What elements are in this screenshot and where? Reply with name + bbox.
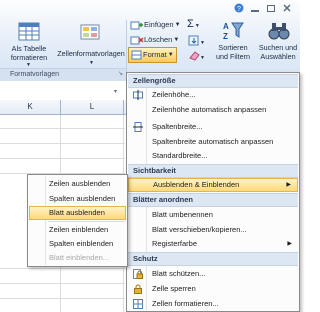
menu-item-protect-sheet[interactable]: Blatt schützen...	[128, 267, 298, 281]
table-icon	[18, 22, 40, 41]
format-as-table-label: Als Tabelle	[11, 44, 47, 53]
cell-styles-label: Zellenformatvorlagen	[57, 49, 125, 58]
clear-icon[interactable]: ▼	[188, 50, 206, 61]
format-as-table-button[interactable]: Als Tabelle formatieren ▼	[4, 22, 54, 68]
insert-cells-icon	[130, 21, 143, 30]
grid-line	[0, 268, 125, 269]
dialog-launcher-icon[interactable]: ↘	[118, 70, 123, 77]
ribbon: ? Als Tabelle formatieren ▼ Zellenformat…	[0, 0, 300, 81]
grid-line	[0, 128, 125, 129]
svg-text:▼: ▼	[200, 55, 205, 61]
menu-item-default-width[interactable]: Standardbreite...	[128, 149, 298, 163]
group-label-styles: Formatvorlagen	[0, 68, 126, 81]
chevron-down-icon: ▼	[167, 52, 174, 58]
sort-filter-icon: A Z	[223, 22, 244, 41]
grid-line	[0, 143, 125, 144]
column-header-k[interactable]: K	[0, 100, 61, 114]
svg-text:A: A	[223, 22, 229, 31]
menu-item-hide-show[interactable]: Ausblenden & Einblenden ▶	[128, 178, 298, 192]
menu-item-lock-cell[interactable]: Zelle sperren	[128, 282, 298, 296]
menu-separator	[48, 221, 125, 222]
grid-line	[0, 283, 125, 284]
submenu-item-hide-rows[interactable]: Zeilen ausblenden	[29, 177, 126, 191]
menu-item-format-cells[interactable]: Zellen formatieren...	[128, 297, 298, 311]
menu-item-row-autofit[interactable]: Zeilenhöhe automatisch anpassen	[128, 103, 298, 117]
hide-show-submenu: Zeilen ausblenden Spalten ausblenden Bla…	[27, 174, 128, 267]
svg-text:?: ?	[237, 6, 241, 13]
ribbon-separator	[126, 20, 127, 78]
menu-item-rename-sheet[interactable]: Blatt umbenennen	[128, 208, 298, 222]
svg-text:▼: ▼	[200, 40, 205, 46]
lock-icon	[134, 284, 142, 294]
sort-filter-label-1: Sortieren	[218, 43, 248, 52]
sort-filter-label-2: und Filtern	[216, 52, 250, 61]
protect-sheet-icon	[133, 269, 143, 279]
delete-cells-icon	[130, 36, 144, 45]
format-cells-icon	[133, 299, 143, 309]
insert-label: Einfügen	[144, 20, 174, 29]
column-width-icon	[133, 122, 143, 132]
window-controls: ?	[234, 2, 298, 14]
submenu-item-hide-sheet[interactable]: Blatt ausblenden	[29, 206, 126, 220]
sort-filter-button[interactable]: A Z Sortieren und Filtern	[212, 20, 254, 66]
menu-item-column-autofit[interactable]: Spaltenbreite automatisch anpassen	[128, 135, 298, 149]
menu-section-protection: Schutz	[128, 252, 298, 266]
grid-line	[0, 298, 125, 299]
find-select-label-1: Suchen und	[258, 43, 298, 52]
row-height-icon	[133, 90, 143, 100]
chevron-down-icon: ▼	[174, 22, 181, 28]
svg-text:Z: Z	[223, 32, 228, 41]
close-icon[interactable]	[282, 3, 292, 13]
format-label: Format	[143, 50, 167, 59]
find-select-button[interactable]: Suchen und Auswählen	[256, 20, 300, 66]
submenu-item-show-rows[interactable]: Zeilen einblenden	[29, 223, 126, 237]
cell-styles-icon	[80, 24, 100, 40]
menu-section-cell-size: Zellengröße	[128, 74, 298, 88]
submenu-item-hide-columns[interactable]: Spalten ausblenden	[29, 192, 126, 206]
format-as-table-label-2: formatieren	[10, 53, 48, 62]
format-button[interactable]: Format ▼	[128, 47, 177, 63]
menu-item-tab-color[interactable]: Registerfarbe ▶	[128, 237, 298, 251]
delete-label: Löschen	[144, 35, 173, 44]
formula-expand-icon[interactable]: ▾	[114, 88, 124, 100]
chevron-down-icon: ▼	[89, 60, 94, 66]
autosum-button[interactable]: Σ▼	[187, 18, 200, 30]
chevron-down-icon: ▼	[173, 37, 180, 43]
fill-icon[interactable]: ▼	[188, 35, 206, 46]
submenu-arrow-icon: ▶	[286, 182, 291, 188]
find-select-label-2: Auswählen	[260, 52, 296, 61]
menu-item-row-height[interactable]: Zeilenhöhe...	[128, 88, 298, 102]
format-icon	[131, 50, 142, 60]
menu-item-column-width[interactable]: Spaltenbreite...	[128, 120, 298, 134]
restore-icon[interactable]	[266, 3, 276, 13]
column-header-l[interactable]: L	[61, 100, 124, 114]
sigma-icon: Σ	[187, 18, 194, 30]
submenu-item-show-columns[interactable]: Spalten einblenden	[29, 237, 126, 251]
help-icon[interactable]: ?	[234, 3, 244, 13]
cell-styles-button[interactable]: Zellenformatvorlagen ▼	[56, 22, 126, 66]
menu-item-move-copy-sheet[interactable]: Blatt verschieben/kopieren...	[128, 223, 298, 237]
insert-button[interactable]: Einfügen ▼	[130, 18, 181, 32]
menu-section-arrange-sheets: Blätter anordnen	[128, 193, 298, 207]
chevron-down-icon: ▼	[194, 23, 200, 29]
grid-line	[0, 158, 125, 159]
submenu-item-show-sheet[interactable]: Blatt einblenden...	[29, 251, 126, 265]
menu-section-visibility: Sichtbarkeit	[128, 164, 298, 178]
format-dropdown-menu: Zellengröße Zeilenhöhe... Zeilenhöhe aut…	[126, 72, 300, 312]
binoculars-icon	[268, 23, 290, 40]
submenu-arrow-icon: ▶	[287, 241, 292, 247]
delete-button[interactable]: Löschen ▼	[130, 33, 179, 47]
minimize-icon[interactable]	[250, 3, 260, 13]
